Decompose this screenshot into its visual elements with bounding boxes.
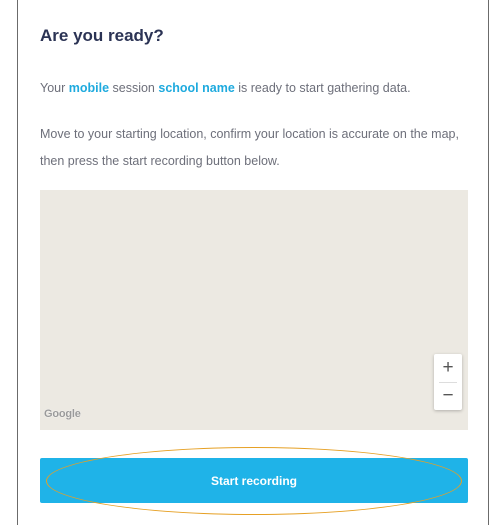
intro-middle: session: [109, 81, 159, 95]
zoom-out-button[interactable]: −: [434, 382, 462, 410]
intro-suffix: is ready to start gathering data.: [234, 81, 411, 95]
zoom-divider: [439, 382, 457, 383]
session-name-highlight: school name: [158, 81, 235, 95]
instructions-text: Move to your starting location, confirm …: [40, 127, 459, 168]
map-zoom-control: + −: [434, 354, 462, 410]
ready-dialog: Are you ready? Your mobile session schoo…: [17, 0, 489, 525]
session-intro-text: Your mobile session school name is ready…: [40, 81, 411, 95]
session-type-highlight: mobile: [68, 81, 110, 95]
google-logo: Google: [44, 408, 81, 420]
dialog-title: Are you ready?: [40, 26, 164, 45]
zoom-in-button[interactable]: +: [434, 354, 462, 382]
start-recording-button[interactable]: Start recording: [40, 458, 468, 503]
intro-prefix: Your: [40, 81, 69, 95]
location-map[interactable]: + − Google: [40, 190, 468, 430]
